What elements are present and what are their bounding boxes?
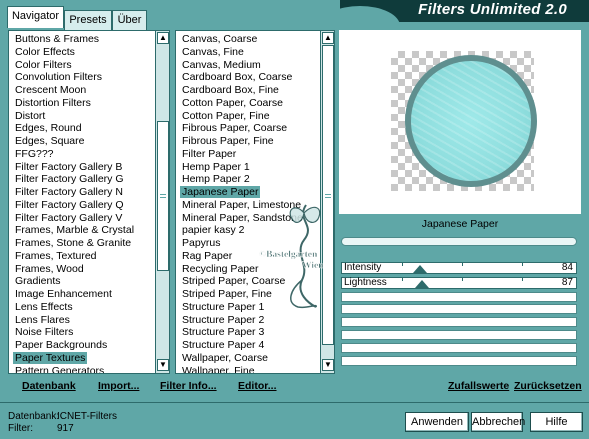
tab-presets[interactable]: Presets — [64, 10, 112, 30]
slider-empty[interactable] — [341, 343, 577, 353]
categories-list-item[interactable]: Frames, Marble & Crystal — [13, 224, 136, 236]
categories-list-item[interactable]: Color Effects — [13, 46, 77, 58]
tab-navigator[interactable]: Navigator — [7, 6, 64, 28]
scroll-up-icon[interactable]: ▲ — [157, 32, 169, 44]
filters-list-item[interactable]: Cotton Paper, Coarse — [180, 97, 285, 109]
category-list[interactable]: Buttons & Frames Color Effects Color Filte… — [8, 30, 170, 374]
slider-panel: Intensity 84 Lightness 87 — [339, 233, 581, 373]
slider-intensity[interactable]: Intensity 84 — [341, 262, 577, 274]
categories-list-item[interactable]: Filter Factory Gallery G — [13, 173, 126, 185]
categories-list-item[interactable]: Pattern Generators — [13, 365, 106, 374]
filters-list-item[interactable]: Japanese Paper — [180, 186, 261, 198]
category-scroll-thumb[interactable] — [157, 121, 169, 271]
tab-uber[interactable]: Über — [112, 10, 147, 30]
slider-empty[interactable] — [341, 317, 577, 327]
filters-list-item[interactable]: Rag Paper — [180, 250, 234, 262]
categories-list-item[interactable]: Gradients — [13, 275, 63, 287]
slider-value: 84 — [561, 262, 573, 273]
title-swoosh — [340, 6, 400, 22]
categories-list-item[interactable]: Paper Textures — [13, 351, 88, 364]
slider-lightness[interactable]: Lightness 87 — [341, 277, 577, 289]
categories-list-item[interactable]: Distortion Filters — [13, 97, 93, 109]
database-label: Datenbank: — [8, 411, 60, 422]
filter-info-button[interactable]: Filter Info... — [160, 380, 217, 392]
filters-list-item[interactable]: Structure Paper 1 — [180, 301, 266, 313]
slider-empty[interactable] — [341, 330, 577, 340]
apply-button[interactable]: Anwenden — [405, 412, 469, 432]
filters-list-item[interactable]: Recycling Paper — [180, 263, 260, 275]
categories-list-item[interactable]: Noise Filters — [13, 326, 75, 338]
categories-list-item[interactable]: Frames, Stone & Granite — [13, 237, 133, 249]
slider-label: Lightness — [344, 277, 387, 288]
categories-list-item[interactable]: Buttons & Frames — [13, 33, 101, 45]
top-bar — [341, 237, 577, 246]
categories-list-item[interactable]: FFG??? — [13, 148, 56, 160]
filters-list-item[interactable]: Hemp Paper 1 — [180, 161, 252, 173]
watermark-line2: Wien — [302, 261, 324, 271]
cancel-button[interactable]: Abbrechen — [471, 412, 525, 432]
filters-list-item[interactable]: Papyrus — [180, 237, 223, 249]
slider-empty[interactable] — [341, 356, 577, 366]
filters-list-item[interactable]: Fibrous Paper, Coarse — [180, 122, 289, 134]
filters-list-item[interactable]: Canvas, Coarse — [180, 33, 259, 45]
categories-list-item[interactable]: Color Filters — [13, 59, 74, 71]
app-title: Filters Unlimited 2.0 — [418, 1, 567, 18]
filters-list-item[interactable]: Cardboard Box, Fine — [180, 84, 281, 96]
slider-empty[interactable] — [341, 292, 577, 302]
reset-button[interactable]: Zurücksetzen — [514, 380, 582, 392]
filters-list-item[interactable]: Wallpaper, Coarse — [180, 352, 270, 364]
filters-list-item[interactable]: Wallpaper, Fine — [180, 365, 257, 374]
categories-list-item[interactable]: Frames, Wood — [13, 263, 86, 275]
import-button[interactable]: Import... — [98, 380, 139, 392]
preview-filter-name: Japanese Paper — [421, 218, 499, 230]
filter-count-value: 917 — [57, 423, 74, 434]
filters-list-item[interactable]: Cardboard Box, Coarse — [180, 71, 294, 83]
categories-list-item[interactable]: Image Enhancement — [13, 288, 114, 300]
slider-knob-icon[interactable] — [412, 265, 427, 273]
action-bar: Datenbank Import... Filter Info... Edito… — [8, 378, 585, 396]
title-bar: Filters Unlimited 2.0 — [340, 0, 589, 22]
filters-list-item[interactable]: papier kasy 2 — [180, 224, 246, 236]
watermark-flower-icon: ©Bastelgarten Wien — [259, 204, 324, 309]
help-button[interactable]: Hilfe — [530, 412, 583, 432]
categories-list-item[interactable]: Filter Factory Gallery N — [13, 186, 125, 198]
categories-list-item[interactable]: Edges, Round — [13, 122, 84, 134]
filters-list-item[interactable]: Structure Paper 3 — [180, 326, 266, 338]
categories-list-item[interactable]: Edges, Square — [13, 135, 86, 147]
filters-list-item[interactable]: Fibrous Paper, Fine — [180, 135, 276, 147]
filters-list-item[interactable]: Cotton Paper, Fine — [180, 110, 272, 122]
filters-list-item[interactable]: Canvas, Medium — [180, 59, 263, 71]
categories-list-item[interactable]: Distort — [13, 110, 47, 122]
scroll-up-icon[interactable]: ▲ — [322, 32, 334, 44]
categories-list-item[interactable]: Frames, Textured — [13, 250, 99, 262]
database-button[interactable]: Datenbank — [22, 380, 76, 392]
database-value: ICNET-Filters — [57, 411, 117, 422]
categories-list-item[interactable]: Lens Flares — [13, 314, 72, 326]
preview-image — [405, 55, 537, 187]
filters-list-item[interactable]: Canvas, Fine — [180, 46, 246, 58]
category-scrollbar[interactable]: ▲ ▼ — [155, 31, 169, 373]
categories-list-item[interactable]: Filter Factory Gallery Q — [13, 199, 126, 211]
slider-knob-icon[interactable] — [415, 280, 430, 288]
watermark-line1: ©Bastelgarten — [259, 249, 318, 260]
categories-list-item[interactable]: Filter Factory Gallery V — [13, 212, 124, 224]
slider-label: Intensity — [344, 262, 382, 273]
filters-list-item[interactable]: Structure Paper 2 — [180, 314, 266, 326]
categories-list-item[interactable]: Paper Backgrounds — [13, 339, 109, 351]
filters-list-item[interactable]: Hemp Paper 2 — [180, 173, 252, 185]
scroll-down-icon[interactable]: ▼ — [322, 359, 334, 371]
editor-button[interactable]: Editor... — [238, 380, 277, 392]
categories-list-item[interactable]: Convolution Filters — [13, 71, 104, 83]
scroll-down-icon[interactable]: ▼ — [157, 359, 169, 371]
filter-count-label: Filter: — [8, 423, 33, 434]
random-values-button[interactable]: Zufallswerte — [448, 380, 509, 392]
categories-list-item[interactable]: Filter Factory Gallery B — [13, 161, 124, 173]
slider-value: 87 — [561, 277, 573, 288]
filters-list-item[interactable]: Filter Paper — [180, 148, 238, 160]
categories-list-item[interactable]: Crescent Moon — [13, 84, 88, 96]
categories-list-item[interactable]: Lens Effects — [13, 301, 75, 313]
slider-empty[interactable] — [341, 304, 577, 314]
filters-list-item[interactable]: Structure Paper 4 — [180, 339, 266, 351]
